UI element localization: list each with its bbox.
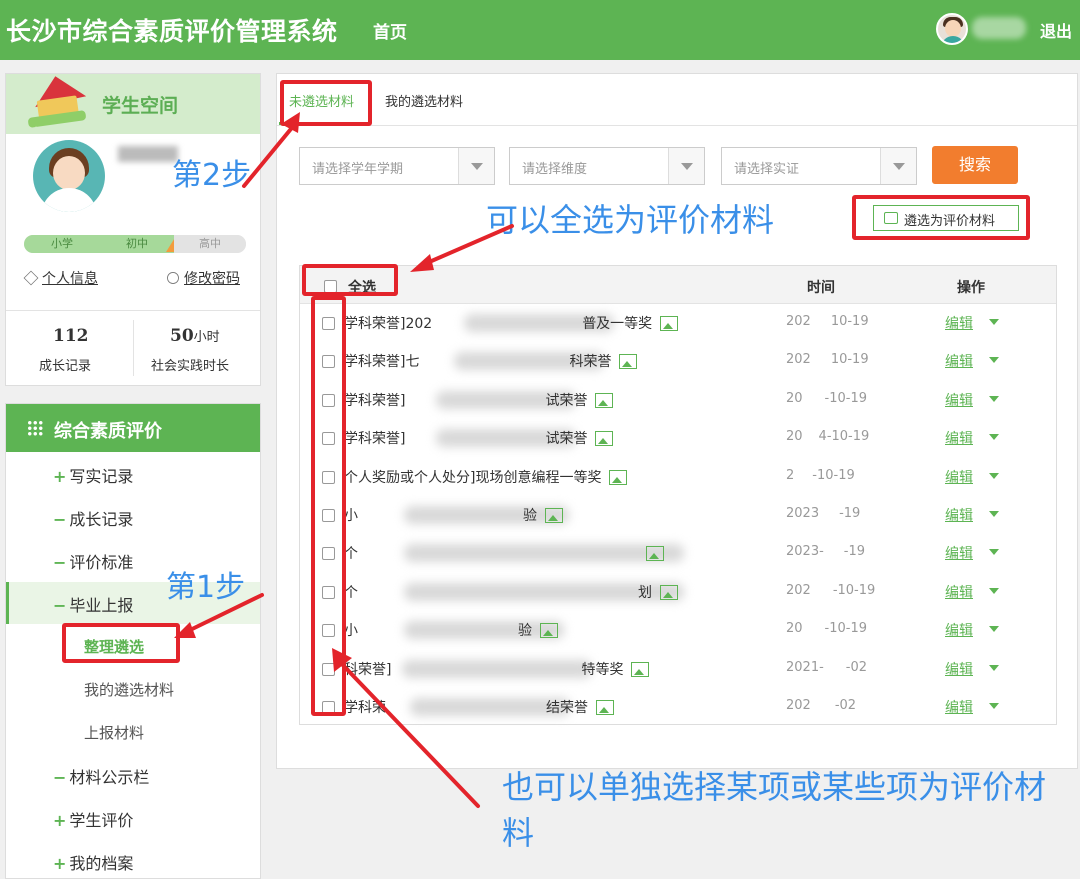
step1-arrow xyxy=(184,593,264,634)
single-select-arrowhead xyxy=(332,648,352,672)
single-select-arrow xyxy=(336,658,480,808)
step1-arrowhead xyxy=(174,622,196,638)
select-all-arrowhead xyxy=(410,254,434,272)
select-all-arrow xyxy=(418,224,514,268)
step2-arrow xyxy=(242,122,297,188)
annotation-arrows xyxy=(174,112,514,808)
